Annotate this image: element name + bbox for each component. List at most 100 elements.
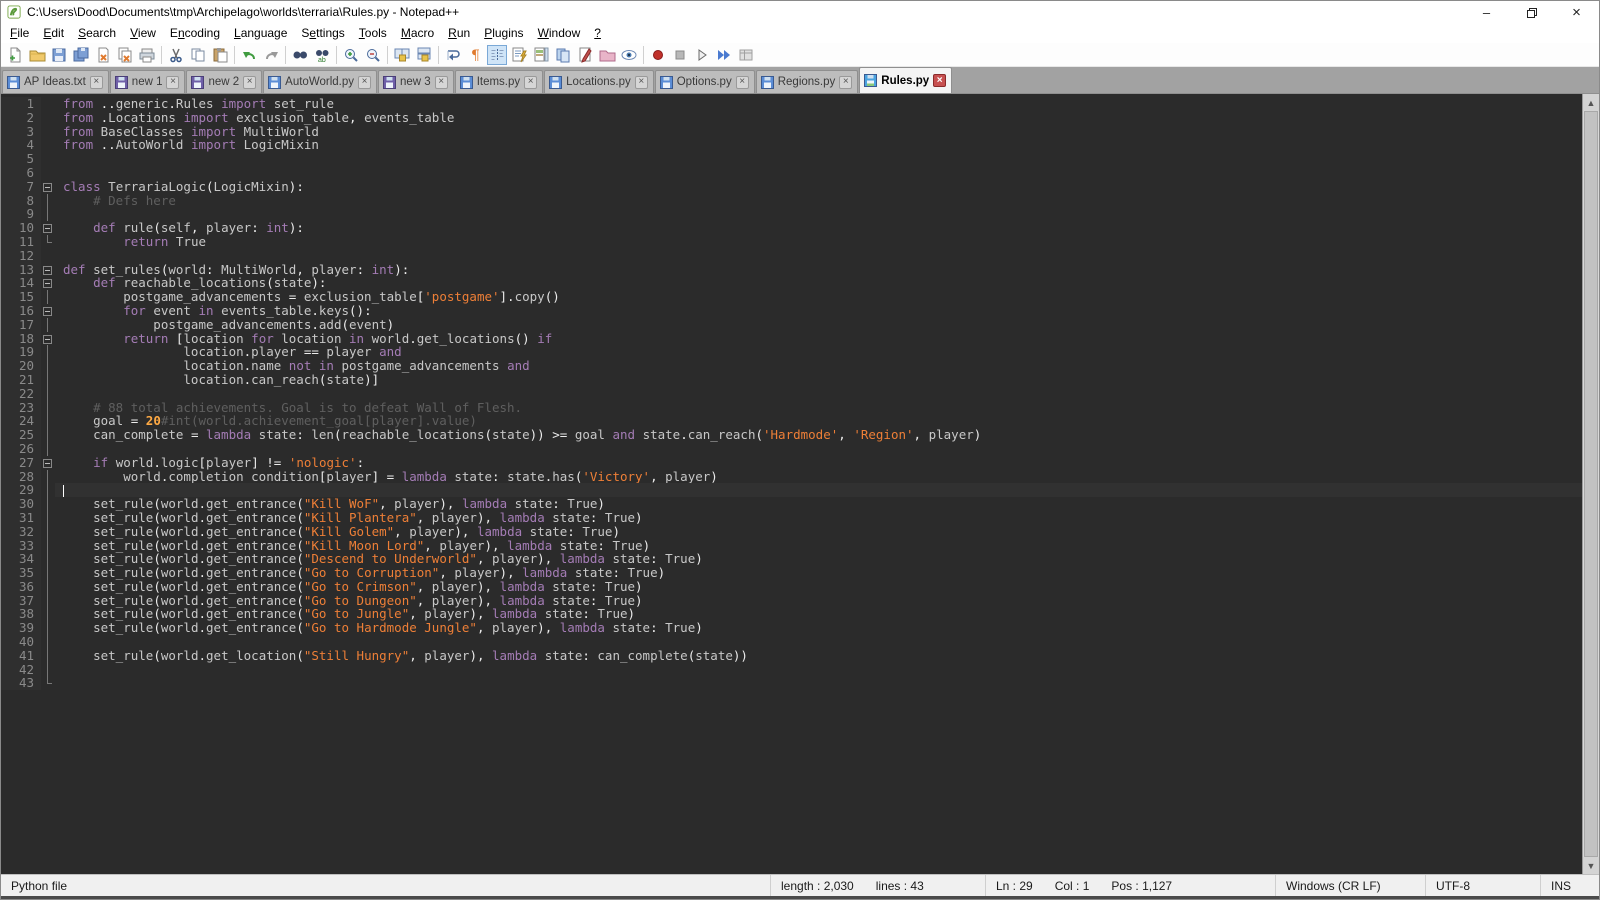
- code-line-28[interactable]: 28 world.completion_condition[player] = …: [1, 470, 1582, 484]
- tab-close-icon[interactable]: ×: [736, 76, 749, 89]
- menu-item-search[interactable]: Search: [71, 24, 123, 42]
- tab-close-icon[interactable]: ×: [635, 76, 648, 89]
- macro-record-icon[interactable]: [648, 45, 668, 65]
- macro-play-icon[interactable]: [692, 45, 712, 65]
- code-line-30[interactable]: 30 set_rule(world.get_entrance("Kill WoF…: [1, 497, 1582, 511]
- tab-autoworld-py[interactable]: AutoWorld.py×: [263, 70, 377, 93]
- code-editor[interactable]: 1from ..generic.Rules import set_rule2fr…: [1, 94, 1582, 874]
- fold-collapse-icon[interactable]: [41, 221, 55, 235]
- code-line-11[interactable]: 11 return True: [1, 235, 1582, 249]
- code-line-15[interactable]: 15 postgame_advancements = exclusion_tab…: [1, 290, 1582, 304]
- code-line-35[interactable]: 35 set_rule(world.get_entrance("Go to Co…: [1, 566, 1582, 580]
- cut-icon[interactable]: [166, 45, 186, 65]
- tab-new-1[interactable]: new 1×: [110, 70, 186, 93]
- tab-close-icon[interactable]: ×: [839, 76, 852, 89]
- tab-close-icon[interactable]: ×: [358, 76, 371, 89]
- sync-horizontal-scroll-icon[interactable]: [414, 45, 434, 65]
- tab-options-py[interactable]: Options.py×: [655, 70, 755, 93]
- code-line-34[interactable]: 34 set_rule(world.get_entrance("Descend …: [1, 552, 1582, 566]
- code-line-41[interactable]: 41 set_rule(world.get_location("Still Hu…: [1, 649, 1582, 663]
- vertical-scrollbar[interactable]: ▲ ▼: [1582, 94, 1599, 874]
- menu-item-window[interactable]: Window: [531, 24, 588, 42]
- tab-items-py[interactable]: Items.py×: [455, 70, 543, 93]
- menu-item-settings[interactable]: Settings: [294, 24, 351, 42]
- close-doc-icon[interactable]: [93, 45, 113, 65]
- code-line-21[interactable]: 21 location.can_reach(state)]: [1, 373, 1582, 387]
- code-line-32[interactable]: 32 set_rule(world.get_entrance("Kill Gol…: [1, 525, 1582, 539]
- macro-run-multiple-icon[interactable]: [714, 45, 734, 65]
- fold-collapse-icon[interactable]: [41, 180, 55, 194]
- code-line-5[interactable]: 5: [1, 152, 1582, 166]
- fold-collapse-icon[interactable]: [41, 456, 55, 470]
- undo-icon[interactable]: [239, 45, 259, 65]
- status-eol-format[interactable]: Windows (CR LF): [1276, 875, 1426, 896]
- paste-icon[interactable]: [210, 45, 230, 65]
- tab-close-icon[interactable]: ×: [524, 76, 537, 89]
- replace-icon[interactable]: ab: [312, 45, 332, 65]
- macro-save-icon[interactable]: [736, 45, 756, 65]
- code-line-40[interactable]: 40: [1, 635, 1582, 649]
- menu-item-file[interactable]: File: [3, 24, 36, 42]
- code-line-36[interactable]: 36 set_rule(world.get_entrance("Go to Cr…: [1, 580, 1582, 594]
- tab-ap-ideas-txt[interactable]: AP Ideas.txt×: [2, 70, 109, 93]
- zoom-in-icon[interactable]: [341, 45, 361, 65]
- show-indent-guide-icon[interactable]: [487, 45, 507, 65]
- fold-collapse-icon[interactable]: [41, 332, 55, 346]
- word-wrap-icon[interactable]: [443, 45, 463, 65]
- code-line-39[interactable]: 39 set_rule(world.get_entrance("Go to Ha…: [1, 621, 1582, 635]
- code-line-10[interactable]: 10 def rule(self, player: int):: [1, 221, 1582, 235]
- save-all-icon[interactable]: [71, 45, 91, 65]
- tab-close-icon[interactable]: ×: [243, 76, 256, 89]
- copy-icon[interactable]: [188, 45, 208, 65]
- code-line-1[interactable]: 1from ..generic.Rules import set_rule: [1, 97, 1582, 111]
- tab-close-icon[interactable]: ×: [933, 74, 946, 87]
- sync-vertical-scroll-icon[interactable]: [392, 45, 412, 65]
- code-line-9[interactable]: 9: [1, 207, 1582, 221]
- folder-as-workspace-icon[interactable]: [597, 45, 617, 65]
- tab-new-2[interactable]: new 2×: [186, 70, 262, 93]
- scroll-up-arrow-icon[interactable]: ▲: [1583, 94, 1599, 111]
- fold-collapse-icon[interactable]: [41, 276, 55, 290]
- fold-collapse-icon[interactable]: [41, 304, 55, 318]
- code-line-33[interactable]: 33 set_rule(world.get_entrance("Kill Moo…: [1, 539, 1582, 553]
- menu-item-[interactable]: ?: [587, 24, 608, 42]
- code-line-18[interactable]: 18 return [location for location in worl…: [1, 332, 1582, 346]
- code-line-37[interactable]: 37 set_rule(world.get_entrance("Go to Du…: [1, 594, 1582, 608]
- minimize-button-icon[interactable]: –: [1464, 1, 1509, 23]
- close-all-icon[interactable]: [115, 45, 135, 65]
- code-line-31[interactable]: 31 set_rule(world.get_entrance("Kill Pla…: [1, 511, 1582, 525]
- tab-locations-py[interactable]: Locations.py×: [544, 70, 654, 93]
- code-line-26[interactable]: 26: [1, 442, 1582, 456]
- code-line-14[interactable]: 14 def reachable_locations(state):: [1, 276, 1582, 290]
- show-all-characters-icon[interactable]: ¶: [465, 45, 485, 65]
- code-line-8[interactable]: 8 # Defs here: [1, 194, 1582, 208]
- code-line-22[interactable]: 22: [1, 387, 1582, 401]
- print-icon[interactable]: [137, 45, 157, 65]
- document-list-icon[interactable]: [553, 45, 573, 65]
- new-file-icon[interactable]: [5, 45, 25, 65]
- tab-new-3[interactable]: new 3×: [378, 70, 454, 93]
- menu-item-edit[interactable]: Edit: [36, 24, 71, 42]
- code-line-16[interactable]: 16 for event in events_table.keys():: [1, 304, 1582, 318]
- code-line-38[interactable]: 38 set_rule(world.get_entrance("Go to Ju…: [1, 607, 1582, 621]
- close-button-icon[interactable]: ×: [1554, 1, 1599, 23]
- redo-icon[interactable]: [261, 45, 281, 65]
- code-line-12[interactable]: 12: [1, 249, 1582, 263]
- edge-browser-doc-icon[interactable]: [575, 45, 595, 65]
- scroll-down-arrow-icon[interactable]: ▼: [1583, 857, 1599, 874]
- tab-close-icon[interactable]: ×: [90, 76, 103, 89]
- menu-item-language[interactable]: Language: [227, 24, 294, 42]
- code-line-19[interactable]: 19 location.player == player and: [1, 345, 1582, 359]
- macro-stop-icon[interactable]: [670, 45, 690, 65]
- code-line-17[interactable]: 17 postgame_advancements.add(event): [1, 318, 1582, 332]
- tab-close-icon[interactable]: ×: [435, 76, 448, 89]
- menu-item-encoding[interactable]: Encoding: [163, 24, 227, 42]
- restore-button-icon[interactable]: [1509, 1, 1554, 23]
- menu-item-macro[interactable]: Macro: [394, 24, 441, 42]
- code-line-13[interactable]: 13def set_rules(world: MultiWorld, playe…: [1, 263, 1582, 277]
- tab-close-icon[interactable]: ×: [166, 76, 179, 89]
- code-line-27[interactable]: 27 if world.logic[player] != 'nologic':: [1, 456, 1582, 470]
- menu-item-view[interactable]: View: [123, 24, 163, 42]
- document-monitor-eye-icon[interactable]: [619, 45, 639, 65]
- menu-item-run[interactable]: Run: [441, 24, 477, 42]
